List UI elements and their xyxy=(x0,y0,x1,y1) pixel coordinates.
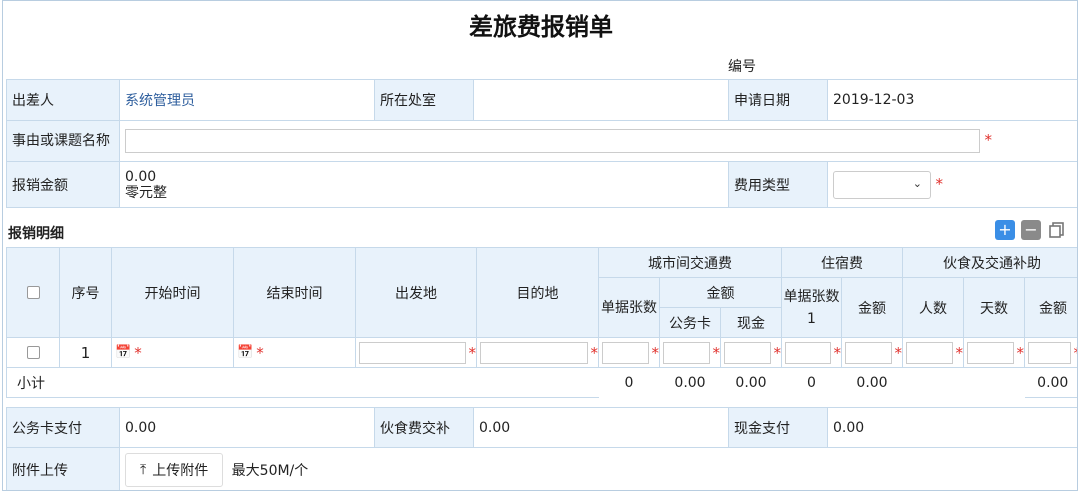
col-voucher-count1: 单据张数1 xyxy=(781,277,843,338)
col-end: 结束时间 xyxy=(233,247,356,338)
required-mark: * xyxy=(935,174,943,193)
summary-form: 公务卡支付 0.00 伙食费交补 0.00 现金支付 0.00 附件上传 ⤒ 上… xyxy=(6,407,1077,490)
to-input[interactable] xyxy=(480,341,588,364)
col-start: 开始时间 xyxy=(111,247,234,338)
col-cash: 现金 xyxy=(719,307,783,338)
subtotal-card: 0.00 xyxy=(659,367,721,398)
amount-label: 报销金额 xyxy=(6,161,120,208)
reason-label: 事由或课题名称 xyxy=(6,120,120,162)
meal-label: 伙食费交补 xyxy=(374,407,474,448)
attach-label: 附件上传 xyxy=(6,447,120,490)
header-form: 出差人 系统管理员 所在处室 申请日期 2019-12-03 事由或课题名称 *… xyxy=(6,79,1077,208)
subtotal-meal-amount: 0.00 xyxy=(1024,367,1077,398)
upload-button[interactable]: ⤒ 上传附件 xyxy=(125,452,224,487)
required-mark: * xyxy=(984,131,992,149)
fee-type-select[interactable]: ⌄ xyxy=(833,170,931,199)
col-transport: 城市间交通费 xyxy=(597,247,783,278)
subtotal-voucher-count: 0 xyxy=(598,367,660,398)
minus-icon[interactable]: − xyxy=(1021,220,1041,240)
col-meal-amount: 金额 xyxy=(1024,277,1077,338)
col-to: 目的地 xyxy=(476,247,599,338)
apply-date-value: 2019-12-03 xyxy=(827,79,1077,121)
col-lodging: 住宿费 xyxy=(781,247,904,278)
col-seq: 序号 xyxy=(59,247,112,338)
voucher-count1-input[interactable] xyxy=(785,341,831,364)
subtotal-lodging-amount: 0.00 xyxy=(841,367,903,398)
select-all-checkbox[interactable] xyxy=(26,286,40,299)
plus-icon[interactable]: + xyxy=(995,220,1015,240)
upload-hint: 最大50M/个 xyxy=(231,462,309,479)
details-table: 序号 开始时间 结束时间 出发地 目的地 城市间交通费 住宿费 伙食及交通补助 … xyxy=(6,247,1077,398)
voucher-count-input[interactable] xyxy=(602,341,649,364)
cash-pay-value: 0.00 xyxy=(827,407,1077,448)
traveler-value[interactable]: 系统管理员 xyxy=(125,93,195,109)
dept-label: 所在处室 xyxy=(374,79,474,121)
col-persons: 人数 xyxy=(902,277,965,338)
col-card: 公务卡 xyxy=(659,307,721,338)
fee-type-label: 费用类型 xyxy=(728,161,828,208)
col-voucher-count: 单据张数 xyxy=(598,277,660,338)
persons-input[interactable] xyxy=(906,341,953,364)
page-title: 差旅费报销单 xyxy=(469,13,613,41)
details-toolbar: + − xyxy=(995,220,1067,240)
amount-words: 零元整 xyxy=(125,184,167,201)
lodging-amount-input[interactable] xyxy=(845,341,892,364)
col-meal: 伙食及交通补助 xyxy=(902,247,1077,278)
amount-value: 0.00 xyxy=(125,168,157,185)
row-checkbox[interactable] xyxy=(26,346,40,359)
apply-date-label: 申请日期 xyxy=(728,79,828,121)
subtotal-row: 小计 0 0.00 0.00 0 0.00 0.00 xyxy=(6,367,1077,398)
calendar-icon[interactable]: 📅 xyxy=(237,345,253,360)
meal-value: 0.00 xyxy=(473,407,729,448)
traveler-label: 出差人 xyxy=(6,79,120,121)
col-lodging-amount: 金额 xyxy=(841,277,904,338)
col-from: 出发地 xyxy=(355,247,477,338)
copy-icon[interactable] xyxy=(1047,220,1067,240)
subtotal-label: 小计 xyxy=(6,367,599,398)
card-pay-label: 公务卡支付 xyxy=(6,407,120,448)
cash-pay-label: 现金支付 xyxy=(728,407,828,448)
col-amount: 金额 xyxy=(658,277,783,308)
card-input[interactable] xyxy=(663,341,710,364)
table-row: 1 📅* 📅* * * * * * * * * * * xyxy=(6,337,1077,368)
subtotal-voucher-count1: 0 xyxy=(781,367,842,398)
row-seq: 1 xyxy=(59,337,112,368)
upload-icon: ⤒ xyxy=(140,461,147,478)
from-input[interactable] xyxy=(359,341,466,364)
reason-input[interactable] xyxy=(125,129,980,153)
details-title: 报销明细 xyxy=(8,226,64,242)
calendar-icon[interactable]: 📅 xyxy=(115,345,131,360)
dept-value[interactable] xyxy=(473,79,729,121)
col-days: 天数 xyxy=(963,277,1026,338)
meal-amount-input[interactable] xyxy=(1028,341,1071,364)
subtotal-cash: 0.00 xyxy=(720,367,782,398)
days-input[interactable] xyxy=(967,341,1014,364)
serial-label: 编号 xyxy=(728,59,756,75)
cash-input[interactable] xyxy=(724,341,771,364)
form-frame: 差旅费报销单 编号 出差人 系统管理员 所在处室 申请日期 2019-12-03… xyxy=(2,0,1078,491)
card-pay-value: 0.00 xyxy=(119,407,375,448)
chevron-down-icon: ⌄ xyxy=(912,176,922,190)
